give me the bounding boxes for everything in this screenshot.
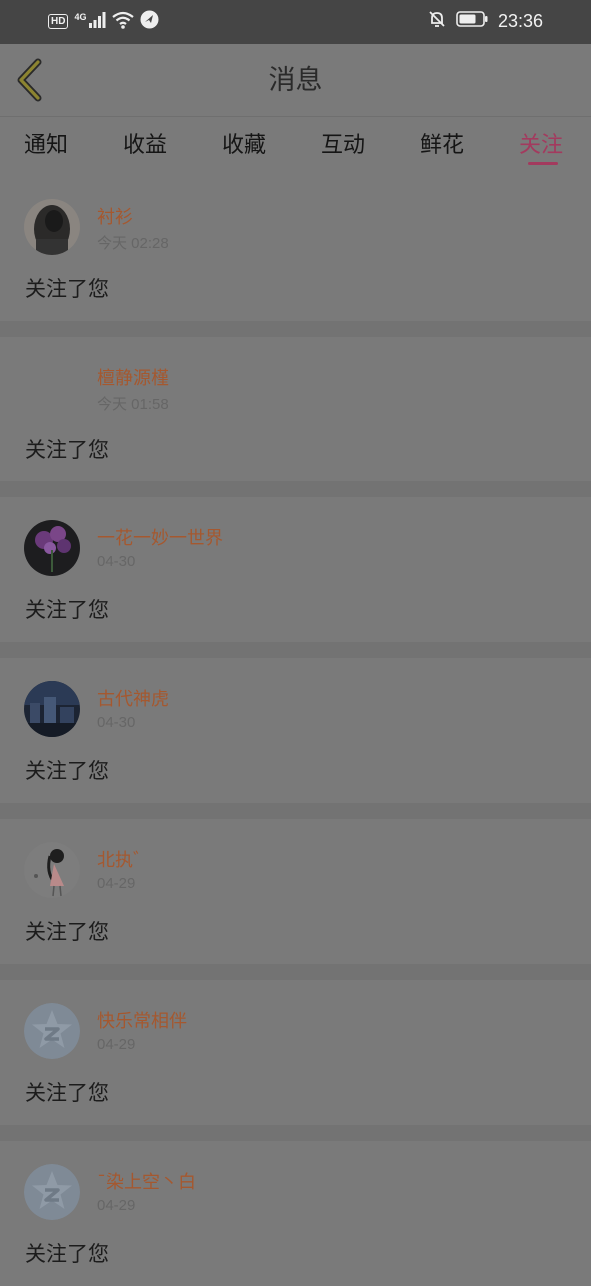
hd-badge: HD [48,14,69,29]
follow-message: 关注了您 [25,438,109,462]
list-item[interactable]: 一花一妙一世界 04-30 关注了您 [0,504,591,642]
list-item[interactable]: 檀静源槿 今天 01:58 关注了您 [0,344,591,482]
tab-follows[interactable]: 关注 [519,127,563,159]
timestamp: 今天 01:58 [97,396,169,413]
list-item[interactable]: 古代神虎 04-30 关注了您 [0,665,591,803]
follow-message: 关注了您 [25,1081,109,1105]
tab-earnings[interactable]: 收益 [123,127,167,159]
avatar[interactable] [24,360,80,416]
status-right: 23:36 [428,10,543,32]
header-bar: 消息 [0,44,591,117]
follow-message: 关注了您 [25,1242,109,1266]
list-item[interactable]: 北执゛ 04-29 关注了您 [0,826,591,964]
avatar[interactable] [24,520,80,576]
timestamp: 04-29 [97,875,136,892]
avatar[interactable] [24,842,80,898]
avatar[interactable] [24,199,80,255]
username[interactable]: 北执゛ [97,846,151,872]
timestamp: 04-30 [97,553,136,570]
username[interactable]: 古代神虎 [97,685,169,711]
divider [0,321,591,337]
list-item[interactable]: 快乐常相伴 04-29 关注了您 [0,987,591,1125]
username[interactable]: ˉ染上空丶白 [97,1168,196,1194]
divider [0,481,591,497]
timestamp: 今天 02:28 [97,235,169,252]
timestamp: 04-29 [97,1036,136,1053]
username[interactable]: 檀静源槿 [97,364,169,390]
battery-icon [456,11,488,31]
night-city-avatar-icon [24,681,80,737]
timestamp: 04-30 [97,714,136,731]
status-time: 23:36 [497,10,543,31]
username[interactable]: 快乐常相伴 [97,1007,187,1033]
tab-interactions[interactable]: 互动 [321,127,365,159]
tab-notifications[interactable]: 通知 [24,127,68,159]
silent-bell-icon [428,10,446,32]
tab-bar: 通知 收益 收藏 互动 鲜花 关注 [0,117,591,173]
list-item[interactable]: 衬衫 今天 02:28 关注了您 [0,183,591,321]
default-star-avatar-icon [24,1164,80,1220]
signal-icon [88,11,106,32]
divider [0,642,591,658]
divider [0,1125,591,1141]
divider [0,803,591,819]
dark-figure-avatar-icon [24,199,80,255]
tab-favorites[interactable]: 收藏 [222,127,266,159]
active-tab-indicator [528,162,558,165]
timestamp: 04-29 [97,1197,136,1214]
wifi-icon [112,11,135,33]
avatar[interactable] [24,1164,80,1220]
follow-message: 关注了您 [25,277,109,301]
follow-message: 关注了您 [25,759,109,783]
divider [0,964,591,980]
list-item[interactable]: ˉ染上空丶白 04-29 关注了您 [0,1148,591,1286]
username[interactable]: 一花一妙一世界 [97,524,223,550]
status-left: HD 4G [48,10,159,33]
avatar[interactable] [24,681,80,737]
app-notification-icon [140,10,159,33]
network-type: 4G [74,11,87,22]
tab-flowers[interactable]: 鲜花 [420,127,464,159]
follow-message: 关注了您 [25,920,109,944]
avatar[interactable] [24,1003,80,1059]
username[interactable]: 衬衫 [97,203,133,229]
anime-girl-avatar-icon [24,842,80,898]
follow-message: 关注了您 [25,598,109,622]
page-title: 消息 [268,65,323,96]
default-star-avatar-icon [24,1003,80,1059]
status-bar: HD 4G 23:36 [0,0,591,44]
purple-flower-avatar-icon [24,520,80,576]
